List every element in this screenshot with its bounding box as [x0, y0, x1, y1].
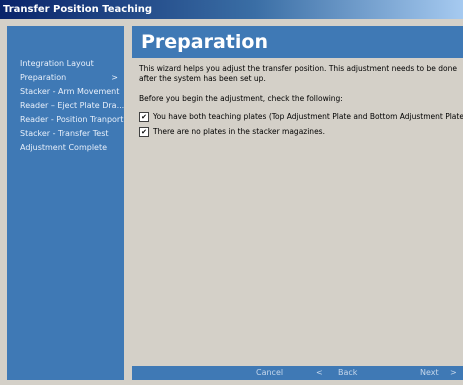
sidebar-item-reader-eject-plate[interactable]: Reader – Eject Plate Dra... — [7, 99, 124, 113]
checklist-item: ✔ There are no plates in the stacker maga… — [139, 126, 325, 137]
sidebar-item-label: Stacker - Arm Movement — [20, 87, 120, 96]
window-title: Transfer Position Teaching — [0, 0, 463, 19]
back-button[interactable]: Back — [338, 366, 357, 380]
checklist-item: ✔ You have both teaching plates (Top Adju… — [139, 111, 463, 122]
next-arrow-icon: > — [450, 368, 457, 377]
sidebar-item-preparation[interactable]: Preparation > — [7, 71, 124, 85]
checklist-item-text: You have both teaching plates (Top Adjus… — [153, 112, 463, 121]
page-title: Preparation — [141, 31, 268, 53]
wizard-footer: Cancel < Back Next > — [132, 366, 463, 380]
sidebar-item-label: Preparation — [20, 73, 67, 82]
checklist-lead-text: Before you begin the adjustment, check t… — [139, 94, 343, 103]
sidebar-item-reader-position-transport[interactable]: Reader - Position Tranport — [7, 113, 124, 127]
next-button[interactable]: Next — [420, 366, 439, 380]
page-header: Preparation — [132, 26, 463, 58]
sidebar-item-stacker-transfer-test[interactable]: Stacker - Transfer Test — [7, 127, 124, 141]
sidebar-item-label: Integration Layout — [20, 59, 94, 68]
sidebar-item-label: Reader - Position Tranport — [20, 115, 124, 124]
back-arrow-icon: < — [316, 368, 323, 377]
cancel-button[interactable]: Cancel — [256, 366, 283, 380]
wizard-sidebar: Integration Layout Preparation > Stacker… — [7, 26, 124, 380]
sidebar-item-label: Reader – Eject Plate Dra... — [20, 101, 124, 110]
sidebar-item-stacker-arm-movement[interactable]: Stacker - Arm Movement — [7, 85, 124, 99]
sidebar-item-adjustment-complete[interactable]: Adjustment Complete — [7, 141, 124, 155]
no-plates-checkbox[interactable]: ✔ — [139, 127, 149, 137]
teaching-plates-checkbox[interactable]: ✔ — [139, 112, 149, 122]
intro-text: This wizard helps you adjust the transfe… — [139, 64, 457, 83]
sidebar-item-label: Adjustment Complete — [20, 143, 108, 152]
sidebar-item-integration-layout[interactable]: Integration Layout — [7, 57, 124, 71]
sidebar-item-label: Stacker - Transfer Test — [20, 129, 109, 138]
chevron-right-icon: > — [111, 73, 118, 82]
wizard-steps-list: Integration Layout Preparation > Stacker… — [7, 57, 124, 155]
checklist-item-text: There are no plates in the stacker magaz… — [153, 127, 325, 136]
